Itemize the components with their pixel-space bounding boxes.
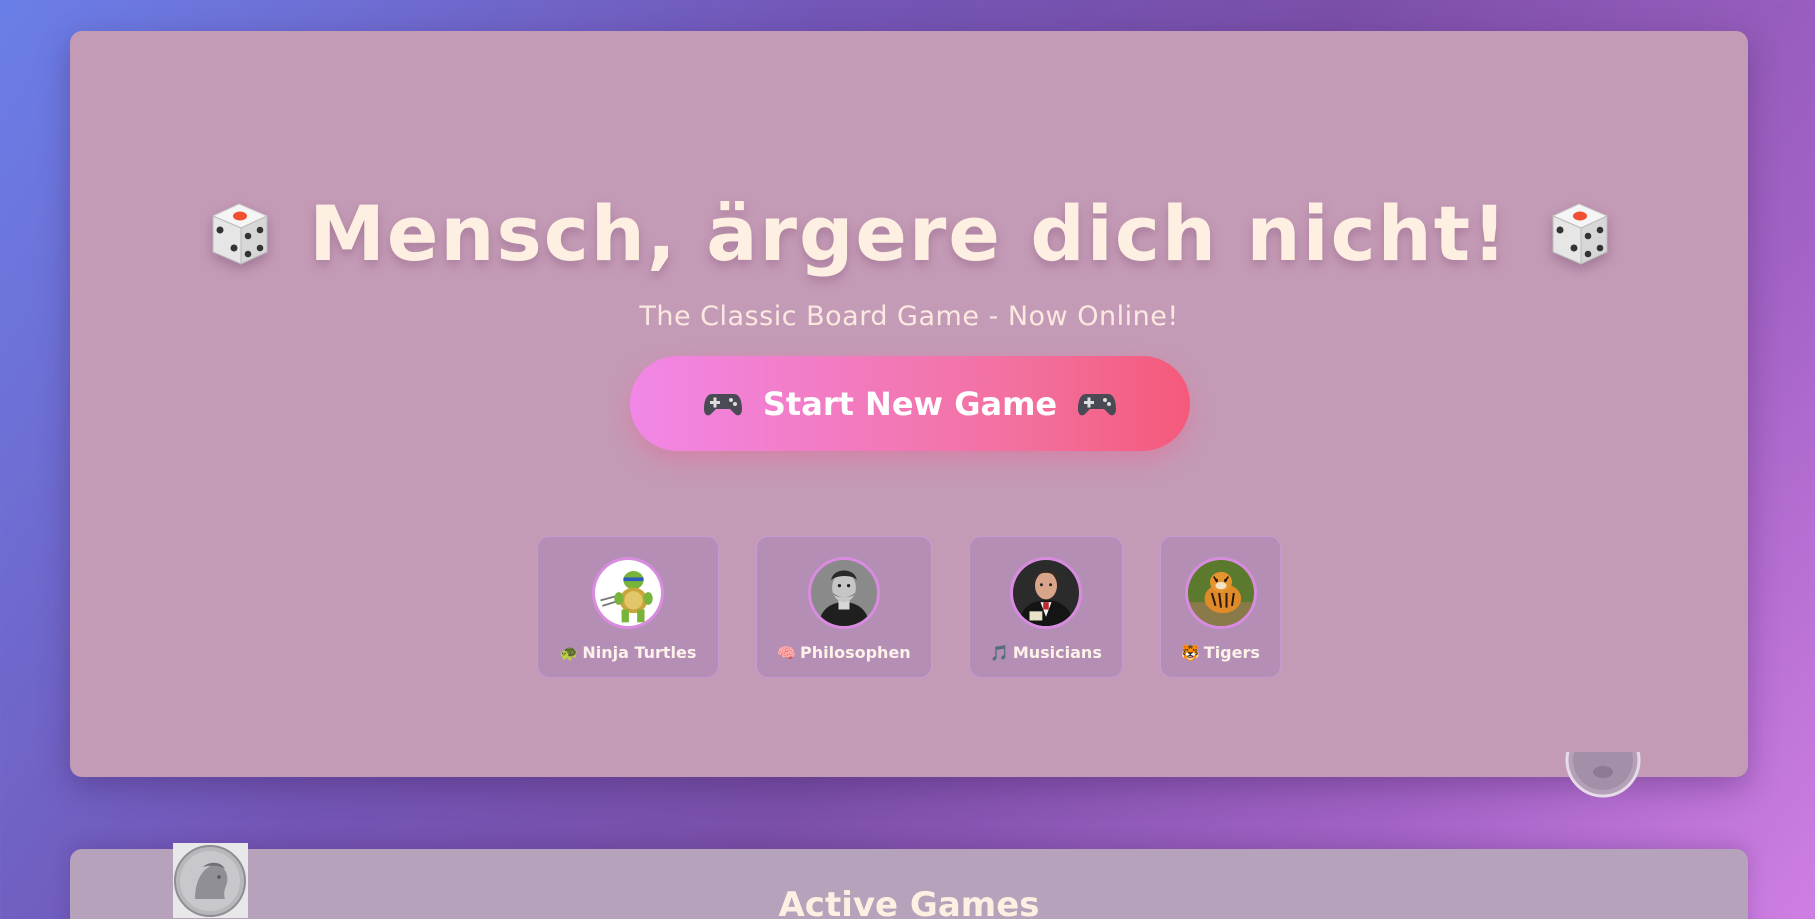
tiger-icon: 🐯 [1181,644,1200,662]
coin-icon [1565,752,1641,798]
theme-name: Ninja Turtles [582,643,697,662]
theme-label: 🐯 Tigers [1161,643,1280,662]
gamepad-icon [1078,393,1117,415]
die-icon [211,202,269,265]
start-new-game-label: Start New Game [762,384,1058,423]
theme-label: 🎵 Musicians [970,643,1122,662]
hero-panel: Mensch, ärgere dich nicht! The Classic B… [70,31,1748,777]
page-subtitle: The Classic Board Game - Now Online! [639,301,1179,332]
gamepad-icon [703,393,742,415]
theme-name: Philosophen [800,643,911,662]
theme-selector: 🐢 Ninja Turtles 🧠 Philosophen 🎵 Musician… [70,536,1748,680]
theme-card-musicians[interactable]: 🎵 Musicians [969,536,1123,678]
theme-card-tigers[interactable]: 🐯 Tigers [1160,536,1281,678]
theme-label: 🐢 Ninja Turtles [538,643,718,662]
turtle-icon: 🐢 [559,644,579,662]
coin-icon [173,843,248,918]
title-row: Mensch, ärgere dich nicht! [70,189,1748,278]
ninja-turtle-avatar [592,557,664,629]
brain-icon: 🧠 [777,644,796,662]
theme-label: 🧠 Philosophen [757,643,931,662]
active-games-title: Active Games [778,885,1040,919]
active-games-section: Active Games [70,849,1748,919]
theme-name: Musicians [1012,643,1102,662]
theme-name: Tigers [1203,643,1260,662]
philosopher-avatar [808,557,880,629]
page-title: Mensch, ärgere dich nicht! [309,189,1509,278]
theme-card-ninja-turtles[interactable]: 🐢 Ninja Turtles [537,536,719,678]
musician-avatar [1010,557,1082,629]
theme-card-philosophen[interactable]: 🧠 Philosophen [756,536,932,678]
die-icon [1551,202,1609,265]
tiger-avatar [1184,557,1257,629]
music-note-icon: 🎵 [990,644,1009,662]
start-new-game-button[interactable]: Start New Game [630,356,1190,451]
